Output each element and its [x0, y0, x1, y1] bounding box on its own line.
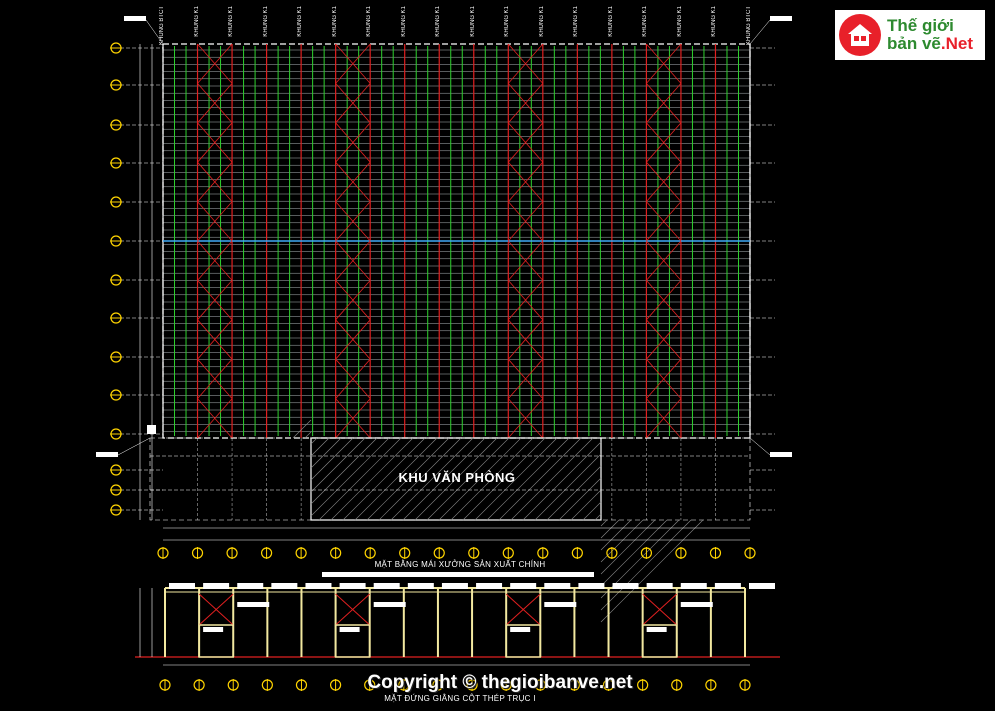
tag-marker — [147, 425, 156, 434]
leader-line — [117, 437, 151, 456]
elevation-tag — [203, 583, 230, 589]
frame-label-inner: KHUNG K1 — [642, 6, 649, 37]
frame-label-inner: KHUNG K1 — [538, 6, 545, 37]
office-hatch — [310, 437, 330, 457]
frame-label-inner: KHUNG K1 — [676, 6, 683, 37]
cad-drawing — [96, 16, 792, 691]
tag-marker — [770, 452, 792, 457]
elevation-tag — [339, 583, 366, 589]
office-hatch — [304, 431, 312, 439]
elevation-tag — [612, 583, 639, 589]
elevation-tag — [510, 627, 531, 632]
elevation-tag — [680, 583, 707, 589]
frame-label-right: KHUNG BTCT — [746, 6, 752, 45]
elevation-tag — [510, 583, 537, 589]
office-hatch — [570, 489, 602, 521]
frame-label-inner: KHUNG K1 — [262, 6, 269, 37]
logo-line1: Thế giới — [887, 16, 954, 35]
frame-label-inner: KHUNG K1 — [435, 6, 442, 37]
frame-label-inner: KHUNG K1 — [193, 6, 200, 37]
leader-line — [749, 437, 771, 456]
frame-label-inner: KHUNG K1 — [366, 6, 373, 37]
office-hatch — [600, 519, 608, 527]
frame-label-inner: KHUNG K1 — [297, 6, 304, 37]
roof-plan-title: MẶT BẰNG MÁI XƯỞNG SẢN XUẤT CHÍNH — [374, 560, 546, 569]
office-hatch — [292, 419, 312, 439]
frame-label-inner: KHUNG K1 — [607, 6, 614, 37]
office-hatch — [310, 437, 342, 469]
logo-line2-b: .Net — [940, 34, 973, 53]
office-hatch — [310, 437, 318, 445]
office-zone-label: KHU VĂN PHÒNG — [398, 470, 516, 485]
frame-label-inner: KHUNG K1 — [228, 6, 235, 37]
elevation-tag — [441, 583, 468, 589]
house-icon — [839, 14, 881, 56]
frame-label-left: KHUNG BTCT — [159, 6, 165, 45]
elevation-tag — [407, 583, 434, 589]
elevation-tag — [646, 627, 667, 632]
copyright-watermark: Copyright © thegioibanve.net — [367, 672, 633, 693]
elevation-tag — [237, 583, 264, 589]
office-hatch — [594, 513, 602, 521]
office-hatch — [600, 519, 632, 551]
elevation-tag — [339, 627, 360, 632]
logo-line2: bản vẽ.Net — [887, 35, 973, 53]
elevation-tag — [169, 583, 195, 589]
elevation-tag — [544, 583, 571, 589]
office-hatch — [582, 501, 602, 521]
elevation-tag — [373, 602, 406, 607]
frame-label-inner: KHUNG K1 — [331, 6, 338, 37]
elevation-tag — [714, 583, 741, 589]
leader-line — [749, 19, 771, 45]
tag-marker — [124, 16, 146, 21]
frame-label-inner: KHUNG K1 — [400, 6, 407, 37]
elevation-tag — [237, 602, 270, 607]
logo-line2-a: bản vẽ — [887, 34, 941, 53]
tag-marker — [96, 452, 118, 457]
elevation-tag — [203, 627, 224, 632]
office-hatch — [600, 519, 620, 539]
elevation-tag — [271, 583, 298, 589]
elevation-tag — [646, 583, 673, 589]
frame-label-inner: KHUNG K1 — [711, 6, 718, 37]
elevation-tag — [476, 583, 503, 589]
site-logo[interactable]: Thế giới bản vẽ.Net — [835, 10, 985, 60]
frame-label-inner: KHUNG K1 — [504, 6, 511, 37]
elevation-tag — [305, 583, 332, 589]
elevation-tag — [749, 583, 775, 589]
elevation-tag — [544, 602, 577, 607]
frame-label-inner: KHUNG K1 — [573, 6, 580, 37]
office-hatch — [600, 519, 668, 587]
elevation-tag — [578, 583, 605, 589]
tag-marker — [770, 16, 792, 21]
office-hatch — [534, 453, 602, 521]
roof-plan-title-underline — [322, 572, 594, 577]
elevation-tag — [680, 602, 713, 607]
elevation-tag — [373, 583, 400, 589]
elevation-title: MẶT ĐỨNG GIẰNG CỘT THÉP TRỤC I — [384, 694, 536, 703]
frame-label-inner: KHUNG K1 — [469, 6, 476, 37]
